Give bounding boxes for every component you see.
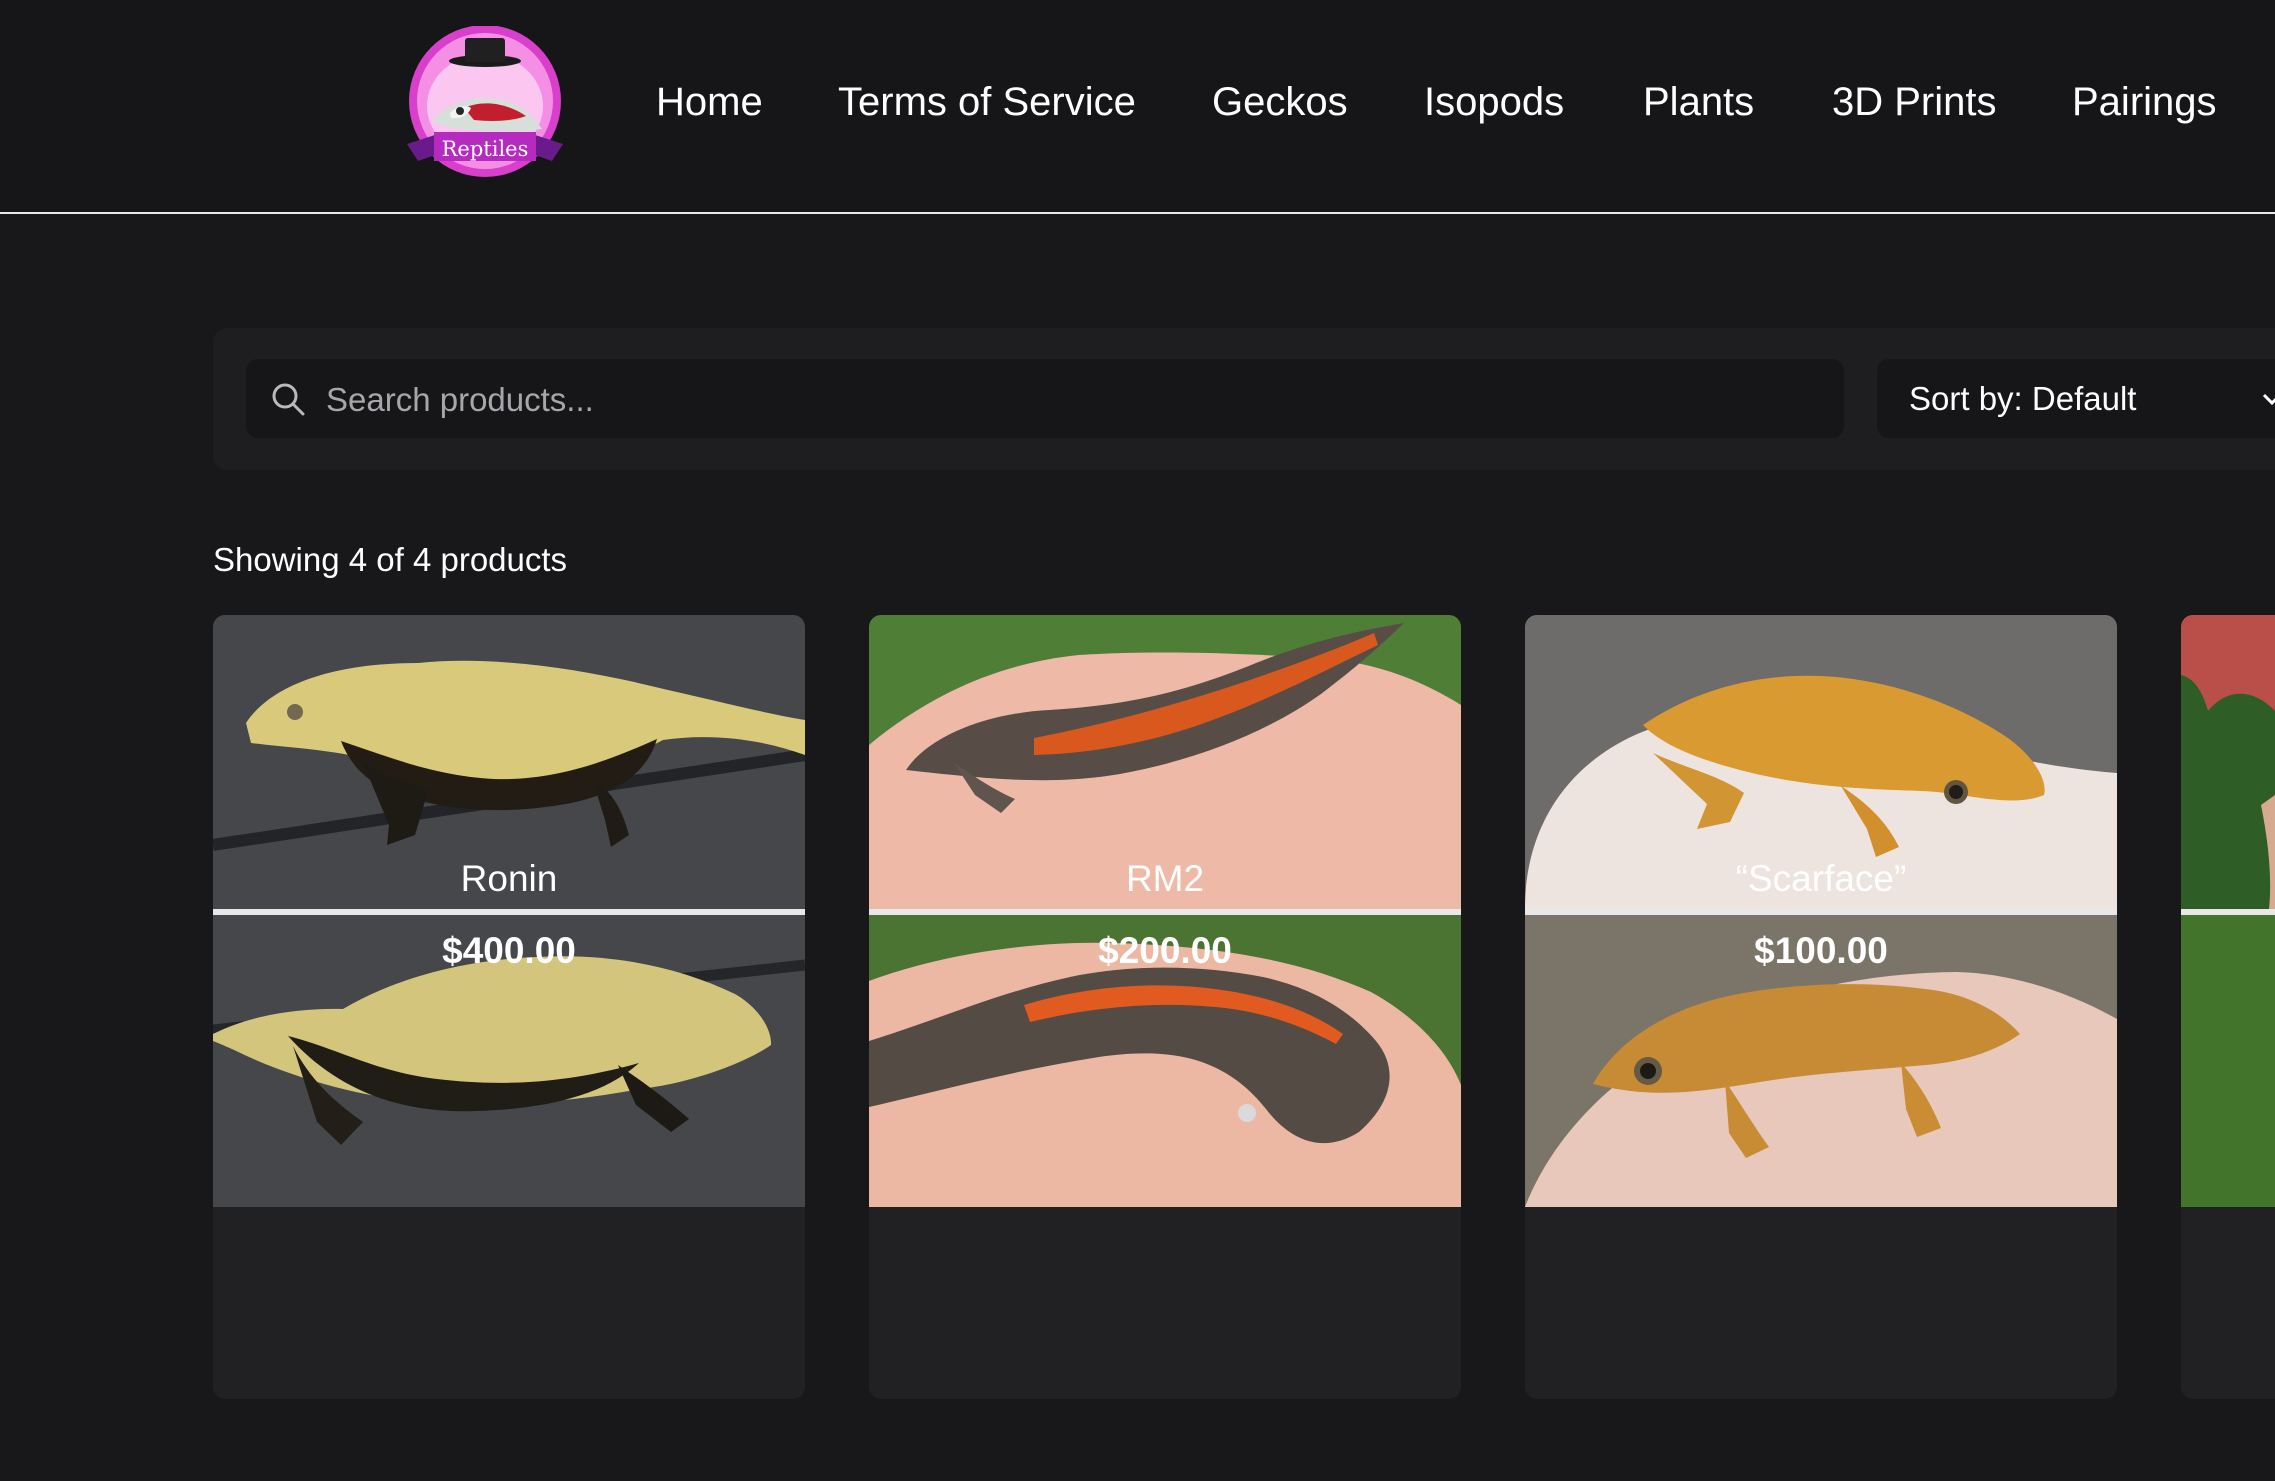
nav-plants[interactable]: Plants	[1643, 72, 1754, 132]
site-header: Reptiles Home Terms of Service Geckos Is…	[0, 0, 2275, 214]
nav-terms-of-service[interactable]: Terms of Service	[838, 72, 1136, 132]
sort-label: Sort by: Default	[1909, 380, 2137, 417]
product-card[interactable]: Ronin $400.00	[213, 615, 805, 1399]
product-price: $100.00	[1754, 930, 1888, 971]
result-count: Showing 4 of 4 products	[213, 541, 568, 578]
logo-text: Reptiles	[442, 137, 529, 161]
product-name: “Scarface”	[1735, 858, 1907, 899]
nav-geckos[interactable]: Geckos	[1212, 72, 1348, 132]
product-name: Ronin	[460, 858, 558, 899]
product-price: $200.00	[1098, 930, 1232, 971]
product-image	[869, 615, 1461, 1207]
product-card[interactable]: RM2 $200.00	[869, 615, 1461, 1399]
nav-home[interactable]: Home	[656, 72, 763, 132]
site-logo[interactable]: Reptiles	[402, 26, 568, 184]
nav-pairings[interactable]: Pairings	[2072, 72, 2217, 132]
search-icon	[272, 383, 305, 416]
product-price: $400.00	[442, 930, 576, 971]
product-image	[2181, 615, 2275, 1207]
product-image	[213, 615, 805, 1207]
sort-select[interactable]: Sort by: Default	[1877, 359, 2275, 438]
nav-isopods[interactable]: Isopods	[1424, 72, 1564, 132]
nav-3d-prints[interactable]: 3D Prints	[1832, 72, 1997, 132]
search-input[interactable]	[324, 364, 1828, 436]
product-card[interactable]	[2181, 615, 2275, 1399]
chevron-down-icon	[2262, 393, 2275, 406]
product-image	[1525, 615, 2117, 1207]
product-card[interactable]: “Scarface” $100.00	[1525, 615, 2117, 1399]
product-name: RM2	[1125, 858, 1205, 899]
